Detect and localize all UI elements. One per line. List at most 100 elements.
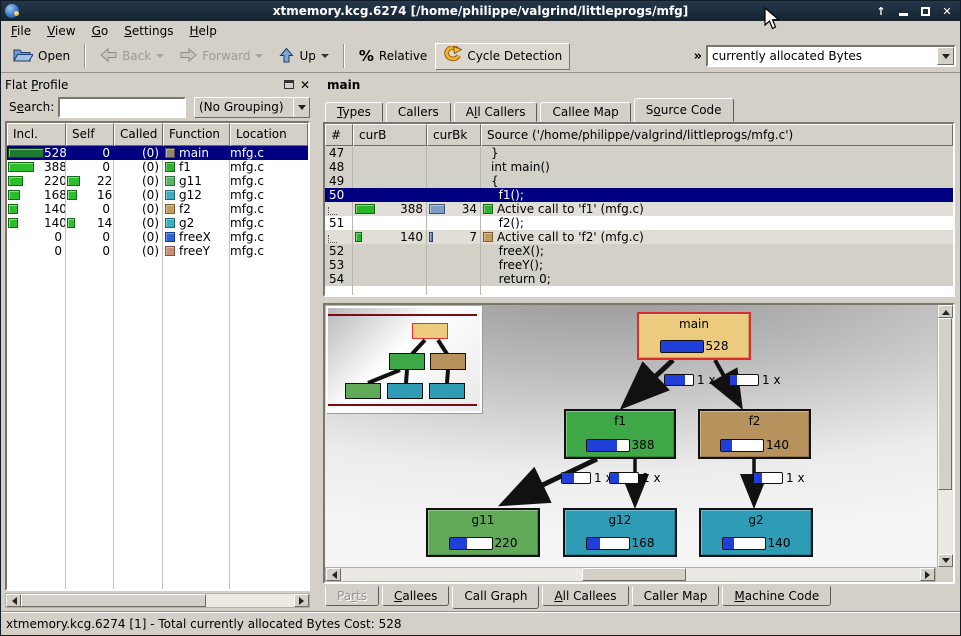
- tab-machine-code[interactable]: Machine Code: [722, 586, 831, 606]
- active-function-title: main: [327, 78, 360, 92]
- combobox-arrow-icon[interactable]: [937, 47, 954, 65]
- toolbar-separator: [84, 44, 86, 68]
- tab-all-callers[interactable]: All Callers: [454, 102, 538, 122]
- table-row-g12[interactable]: 168 168 (0) g12 mfg.c: [7, 188, 308, 202]
- flat-profile-hscrollbar[interactable]: [5, 593, 310, 608]
- graph-node-g11[interactable]: g11 220: [426, 508, 540, 557]
- minimize-button[interactable]: [896, 4, 910, 18]
- source-line-selected[interactable]: 50 f1();: [325, 188, 953, 202]
- table-row-freeX[interactable]: 0 0 (0) freeX mfg.c: [7, 230, 308, 244]
- graph-hscrollbar[interactable]: [325, 567, 936, 582]
- tab-types[interactable]: Types: [325, 102, 383, 122]
- column-header-self[interactable]: Self: [66, 123, 114, 146]
- source-call-row[interactable]: 140 7 Active call to 'f2' (mfg.c): [325, 230, 953, 244]
- pane-splitter[interactable]: [313, 73, 320, 611]
- grouping-combobox[interactable]: (No Grouping): [194, 97, 310, 118]
- tab-parts[interactable]: Parts: [325, 586, 379, 606]
- combobox-arrow-icon[interactable]: [293, 98, 309, 117]
- minimap-node-g2: [429, 383, 465, 399]
- open-button[interactable]: Open: [5, 43, 78, 70]
- search-row: Search: (No Grouping): [5, 96, 310, 118]
- search-label: Search:: [5, 100, 58, 114]
- menu-help[interactable]: Help: [181, 23, 224, 39]
- forward-arrow-icon: [180, 48, 197, 65]
- column-header-location[interactable]: Location: [230, 123, 308, 146]
- cycle-detection-button[interactable]: Cycle Detection: [435, 43, 570, 70]
- close-button[interactable]: ✕: [940, 4, 954, 18]
- edge-label-f2-g2: 1 x: [753, 471, 805, 485]
- graph-vscrollbar[interactable]: [937, 305, 953, 567]
- graph-node-f1[interactable]: f1 388: [564, 409, 676, 459]
- source-line[interactable]: 48int main(): [325, 160, 953, 174]
- menu-view[interactable]: View: [39, 23, 83, 39]
- tab-callers[interactable]: Callers: [386, 102, 451, 122]
- column-header-called[interactable]: Called: [114, 123, 163, 146]
- call-expander-icon[interactable]: [328, 235, 337, 243]
- back-button[interactable]: Back: [92, 43, 172, 70]
- search-input[interactable]: [58, 97, 186, 118]
- cost-bar: [722, 537, 766, 550]
- dock-float-icon[interactable]: [284, 80, 294, 89]
- event-type-combobox[interactable]: currently allocated Bytes: [706, 45, 956, 67]
- relative-toggle-button[interactable]: % Relative: [351, 43, 435, 70]
- toolbar-overflow-chevron[interactable]: »: [694, 49, 702, 64]
- source-line[interactable]: 49{: [325, 174, 953, 188]
- tab-call-graph[interactable]: Call Graph: [452, 586, 539, 609]
- menu-file[interactable]: File: [3, 23, 39, 39]
- column-header-incl[interactable]: Incl.: [7, 123, 66, 146]
- edge-label-f1-g11: 1 x: [561, 471, 613, 485]
- tab-callees[interactable]: Callees: [382, 586, 449, 606]
- minimap-node-g11: [345, 383, 381, 399]
- scrollbar-thumb[interactable]: [938, 318, 952, 490]
- top-tab-bar: Types Callers All Callers Callee Map Sou…: [325, 98, 737, 122]
- table-row-freeY[interactable]: 0 0 (0) freeY mfg.c: [7, 244, 308, 258]
- menu-go[interactable]: Go: [84, 23, 117, 39]
- function-color-icon: [165, 190, 175, 200]
- tab-source-code[interactable]: Source Code: [634, 98, 734, 122]
- table-row-g2[interactable]: 140 140 (0) g2 mfg.c: [7, 216, 308, 230]
- tab-caller-map[interactable]: Caller Map: [632, 586, 720, 606]
- column-header-source[interactable]: Source ('/home/philippe/valgrind/littlep…: [481, 124, 953, 146]
- function-color-icon: [483, 204, 493, 214]
- shade-button[interactable]: ↑: [874, 4, 888, 18]
- scroll-left-icon: [6, 594, 21, 607]
- table-row-f1[interactable]: 388 0 (0) f1 mfg.c: [7, 160, 308, 174]
- call-expander-icon[interactable]: [328, 207, 337, 215]
- maximize-button[interactable]: [918, 4, 932, 18]
- main-window: xtmemory.kcg.6274 [/home/philippe/valgri…: [0, 0, 961, 636]
- back-dropdown-icon: [156, 54, 164, 62]
- source-line[interactable]: 47}: [325, 146, 953, 160]
- graph-overview-minimap[interactable]: [326, 306, 482, 413]
- graph-node-f2[interactable]: f2 140: [698, 409, 811, 459]
- toolbar: Open Back Forward Up % Relative Cycle De…: [1, 40, 960, 73]
- tab-all-callees[interactable]: All Callees: [542, 586, 628, 606]
- column-header-function[interactable]: Function: [163, 123, 230, 146]
- table-row-f2[interactable]: 140 0 (0) f2 mfg.c: [7, 202, 308, 216]
- scrollbar-thumb[interactable]: [582, 568, 686, 581]
- scrollbar-thumb[interactable]: [21, 594, 206, 607]
- table-row-g11[interactable]: 220 220 (0) g11 mfg.c: [7, 174, 308, 188]
- source-line[interactable]: 52 freeX();: [325, 244, 953, 258]
- tab-callee-map[interactable]: Callee Map: [540, 102, 630, 122]
- source-line[interactable]: 54 return 0;: [325, 272, 953, 286]
- graph-node-g2[interactable]: g2 140: [699, 508, 813, 557]
- scroll-right-icon: [294, 594, 309, 607]
- source-line[interactable]: 51 f2();: [325, 216, 953, 230]
- edge-label-main-f1: 1 x: [664, 373, 716, 387]
- up-button[interactable]: Up: [271, 43, 336, 70]
- source-line[interactable]: 53 freeY();: [325, 258, 953, 272]
- column-header-curb[interactable]: curB: [353, 124, 427, 146]
- forward-button[interactable]: Forward: [172, 43, 271, 70]
- up-dropdown-icon: [321, 54, 329, 62]
- column-header-line[interactable]: #: [325, 124, 353, 146]
- status-text: xtmemory.kcg.6274 [1] - Total currently …: [6, 617, 401, 631]
- flat-profile-dock-header[interactable]: Flat Profile ✕: [5, 76, 310, 93]
- dock-close-icon[interactable]: ✕: [300, 80, 310, 90]
- menu-settings[interactable]: Settings: [116, 23, 181, 39]
- table-row-main[interactable]: 528 0 (0) main mfg.c: [7, 146, 308, 160]
- graph-node-main[interactable]: main 528: [637, 312, 751, 360]
- source-call-row[interactable]: 388 34 Active call to 'f1' (mfg.c): [325, 202, 953, 216]
- column-header-curbk[interactable]: curBk: [427, 124, 481, 146]
- graph-node-g12[interactable]: g12 168: [563, 508, 677, 557]
- percent-icon: %: [359, 47, 374, 65]
